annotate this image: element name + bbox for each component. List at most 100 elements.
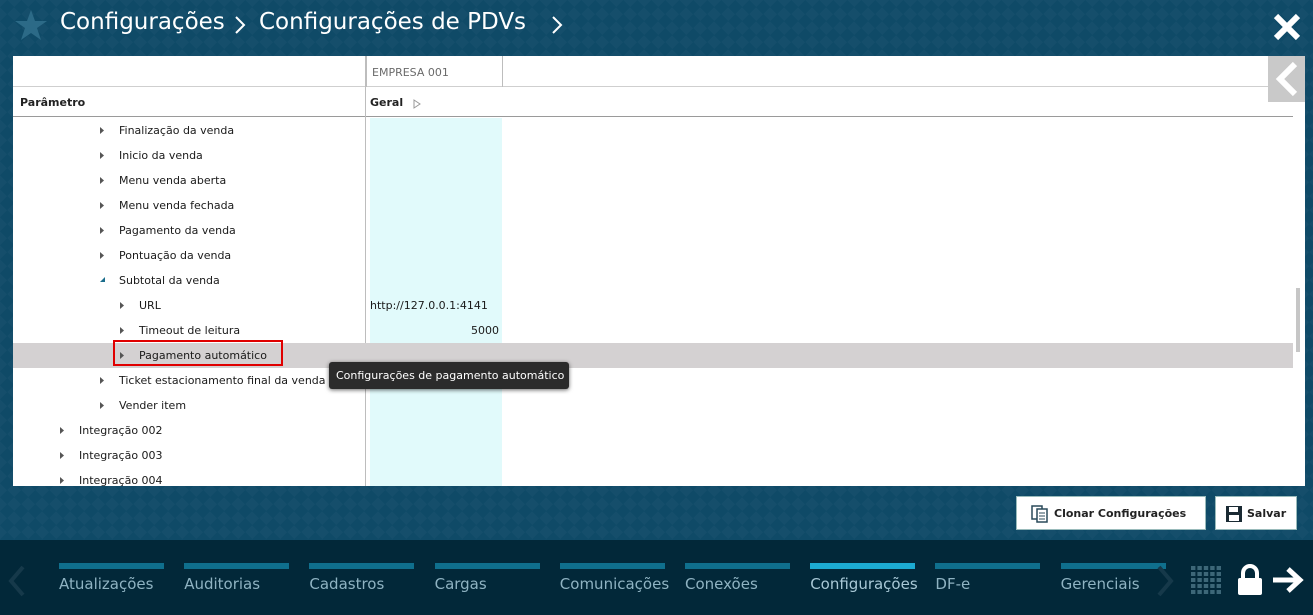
caret-right-icon[interactable] [99,401,106,410]
nav-item[interactable]: Cadastros [309,563,429,603]
nav-prev-icon[interactable] [8,565,26,597]
nav-item-bar [935,563,1041,569]
nav-item[interactable]: Auditorias [184,563,304,603]
save-button[interactable]: Salvar [1215,496,1297,530]
tree-row[interactable]: Subtotal da venda [13,268,1293,293]
tree-row-label: Integração 002 [79,424,163,437]
caret-right-icon[interactable] [59,426,66,435]
caret-right-icon[interactable] [99,126,106,135]
nav-item-label: Cadastros [309,575,385,593]
nav-item-label: Atualizações [59,575,154,593]
tree-row[interactable]: Vender item [13,393,1293,418]
bottom-nav: Atualizações Auditorias Cadastros Cargas Com… [0,540,1313,615]
collapse-panel-button[interactable] [1268,56,1305,102]
nav-item-label: Gerenciais [1060,575,1140,593]
tree-row-label: Vender item [119,399,187,412]
tree-row-value[interactable]: 5000 [471,324,499,337]
nav-item[interactable]: Conexões [685,563,805,603]
clone-config-label: Clonar Configurações [1054,507,1187,520]
tree-row-label: Integração 004 [79,474,163,486]
nav-item[interactable]: Cargas [434,563,555,603]
tree-row-label: Subtotal da venda [119,274,220,287]
tree-row-label: Menu venda fechada [119,199,235,212]
lock-icon[interactable] [1236,564,1264,596]
clone-config-button[interactable]: Clonar Configurações [1016,496,1206,530]
tree-row[interactable]: Integração 003 [13,443,1293,468]
caret-right-icon[interactable] [119,301,126,310]
caret-right-icon[interactable] [59,451,66,460]
geral-column-header[interactable]: Geral [370,96,403,109]
tree-row[interactable]: Menu venda fechada [13,193,1293,218]
tree-row-label: Finalização da venda [119,124,235,137]
nav-item[interactable]: Atualizações [59,563,179,603]
scrollbar-thumb[interactable] [1296,288,1300,352]
tree-row-label: Inicio da venda [119,149,203,162]
nav-item-bar [559,563,665,569]
tree-row-value[interactable]: http://127.0.0.1:4141 [370,299,488,312]
tooltip: Configurações de pagamento automático [329,362,569,389]
tree-row[interactable]: Ticket estacionamento final da venda [13,368,1293,393]
clone-icon [1031,505,1048,523]
grid-header-company-row: EMPRESA 001 [13,56,1293,87]
tree-row[interactable]: Menu venda aberta [13,168,1293,193]
nav-item[interactable]: Configurações [810,563,930,603]
caret-right-icon[interactable] [99,151,106,160]
highlight-box [113,340,283,366]
star-icon[interactable] [14,8,48,42]
caret-right-icon[interactable] [59,476,66,485]
tree-row-label: Menu venda aberta [119,174,227,187]
breadcrumb-configuracoes[interactable]: Configurações [60,9,225,35]
tree-row[interactable]: Finalização da venda [13,118,1293,143]
nav-item-bar [1060,563,1166,569]
tree-row[interactable]: Pagamento da venda [13,218,1293,243]
param-column-header: Parâmetro [20,96,86,109]
nav-item-label: Conexões [685,575,758,593]
chevron-right-icon[interactable] [550,14,564,36]
nav-item-label: Configurações [810,575,918,593]
nav-item-bar [810,563,916,569]
tree-row[interactable]: Inicio da venda [13,143,1293,168]
nav-item[interactable]: Comunicações [559,563,680,603]
save-label: Salvar [1247,507,1287,520]
tree-row[interactable]: Pontuação da venda [13,243,1293,268]
grid-header-row: Parâmetro Geral [13,87,1293,117]
nav-item-label: Comunicações [559,575,670,593]
close-icon[interactable] [1272,12,1302,42]
caret-right-icon[interactable] [99,376,106,385]
tree-row-label: Pontuação da venda [119,249,232,262]
caret-right-icon[interactable] [99,251,106,260]
tree-row-label: Integração 003 [79,449,163,462]
parameter-tree: Finalização da venda Inicio da venda Menu … [13,118,1293,486]
nav-item-bar [434,563,540,569]
caret-right-icon[interactable] [99,176,106,185]
tree-row[interactable]: URL http://127.0.0.1:4141 [13,293,1293,318]
nav-item-label: Cargas [434,575,487,593]
nav-item-bar [309,563,415,569]
tree-row-label: Pagamento da venda [119,224,236,237]
breadcrumb-configuracoes-pdvs[interactable]: Configurações de PDVs [259,9,526,35]
caret-right-icon[interactable] [99,201,106,210]
config-grid-panel: EMPRESA 001 Parâmetro Geral Finalização … [13,56,1305,486]
chevron-right-icon [235,16,246,34]
caret-down-icon[interactable] [99,276,106,285]
logout-icon[interactable] [1271,566,1305,594]
nav-item-label: DF-e [935,575,971,593]
nav-item-label: Auditorias [184,575,261,593]
caret-right-icon[interactable] [119,326,126,335]
tree-row-label: Ticket estacionamento final da venda [119,374,326,387]
tree-row-label: URL [139,299,161,312]
tree-row[interactable]: Integração 002 [13,418,1293,443]
nav-item-bar [685,563,790,569]
header-bar: Configurações Configurações de PDVs [0,0,1313,52]
caret-right-icon[interactable] [413,99,421,109]
nav-item-bar [184,563,290,569]
save-icon [1226,506,1242,522]
company-column-header[interactable]: EMPRESA 001 [366,56,503,87]
caret-right-icon[interactable] [99,226,106,235]
tree-row-label: Timeout de leitura [139,324,241,337]
grid-icon[interactable] [1191,566,1223,596]
collapse-left-icon [1275,62,1298,96]
tree-row[interactable]: Integração 004 [13,468,1293,486]
nav-item[interactable]: DF-e [935,563,1055,603]
nav-next-icon[interactable] [1156,565,1174,597]
